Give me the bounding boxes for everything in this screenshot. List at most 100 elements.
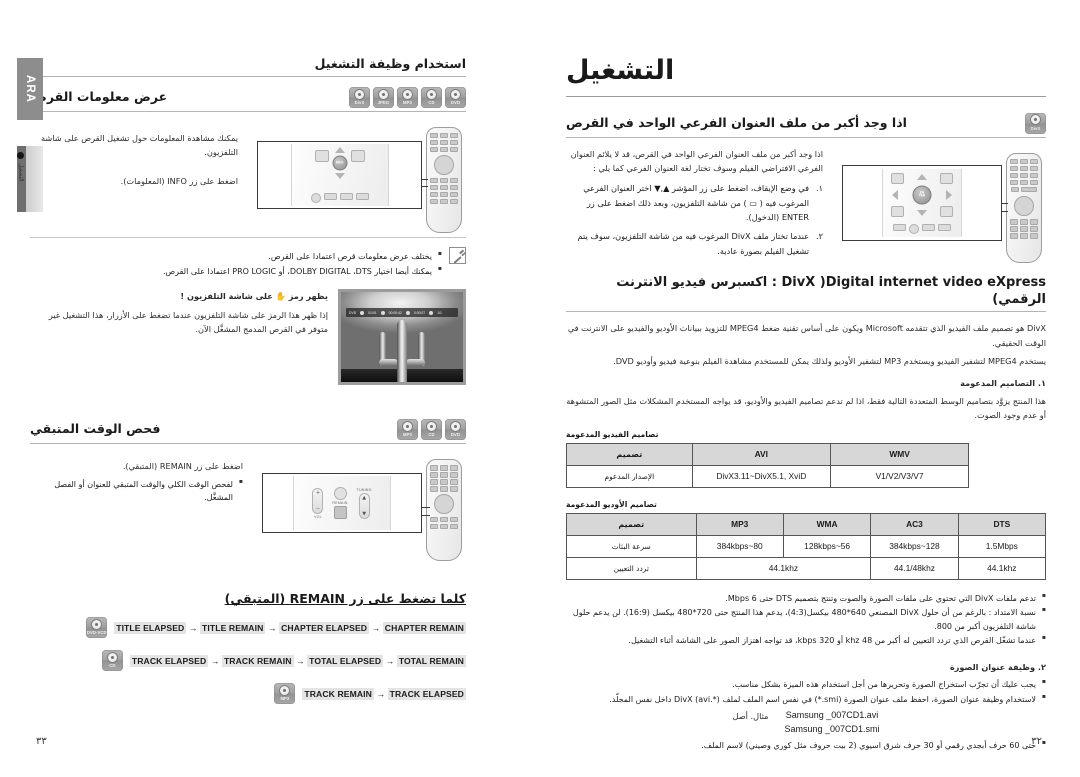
tuning-button[interactable]: ▲ ▼ bbox=[358, 492, 370, 519]
note-divider bbox=[30, 237, 466, 238]
function-key-round[interactable] bbox=[909, 223, 919, 234]
disc-icons-group-1: DVD CD MP3 JPEG DivX bbox=[349, 87, 466, 108]
mute-icon[interactable] bbox=[333, 487, 347, 501]
chapter-title-rule bbox=[566, 95, 1046, 97]
cursor-up-icon[interactable] bbox=[917, 173, 927, 180]
disc-icon-mp3: MP3 bbox=[397, 419, 418, 441]
disc-glyph bbox=[1030, 114, 1041, 126]
corner-key[interactable] bbox=[940, 205, 953, 217]
cell-mp3-bitrate: 384kbps~80 bbox=[695, 534, 784, 558]
cell-avi-versions: DivX3.11~DivX5.1, XviD bbox=[691, 464, 831, 488]
divx-section-rule bbox=[566, 311, 1046, 313]
page-header-rule bbox=[30, 76, 466, 77]
cursor-right-icon[interactable] bbox=[946, 189, 952, 200]
note-block: يختلف عرض معلومات قرص اعتمادا على القرص.… bbox=[30, 247, 466, 281]
list-item: لفحص الوقت الكلي والوقت المتبقي للعنوان … bbox=[30, 477, 243, 505]
tip-title: يظهر رمز ✋ على شاشة التلفزيون ! bbox=[180, 291, 328, 302]
info-key-highlight[interactable] bbox=[314, 150, 329, 162]
remote-dpad bbox=[434, 494, 454, 515]
list-item: ١. في وضع الإيقاف، اضغط على زر المؤشر ▲,… bbox=[566, 181, 823, 224]
divx-item2-bullets: يجب عليك أن تجرّب استخراج الصورة وتحريره… bbox=[566, 677, 1046, 707]
subtitle-section-rule bbox=[566, 136, 1046, 138]
remote-keypad bbox=[1010, 158, 1038, 256]
divx-bullets: تدعم ملفات DivX التي تحتوي على ملفات الص… bbox=[566, 591, 1046, 648]
remote-dpad bbox=[434, 154, 454, 175]
function-key[interactable] bbox=[938, 223, 951, 231]
corner-key[interactable] bbox=[350, 150, 365, 162]
disc-icon-jpeg: JPEG bbox=[373, 87, 394, 108]
cell-wma-bitrate: 128kbps~56 bbox=[782, 534, 872, 558]
cursor-up-icon[interactable] bbox=[334, 147, 345, 153]
disc-icon-dvd-vcd: DVD-VCD bbox=[86, 617, 108, 639]
sequence-row-cd: CD TRACK ELAPSED → TRACK REMAIN → TOTAL … bbox=[30, 650, 466, 672]
osd-chapter-index: 1/1 bbox=[437, 310, 442, 315]
function-key[interactable] bbox=[922, 223, 935, 231]
corner-key[interactable] bbox=[891, 205, 904, 217]
corner-key[interactable] bbox=[940, 172, 953, 184]
volume-label: VOL bbox=[314, 514, 322, 519]
info-button[interactable]: INFO bbox=[332, 155, 347, 171]
video-table-caption: تصاميم الفيديو المدعومة bbox=[566, 429, 659, 439]
osd-disc-type: DVD bbox=[349, 310, 357, 315]
disc-icon-dvd: DVD bbox=[445, 419, 466, 441]
table-row: 44.1khz 44.1/48khz 44.1khz تردد التعيين bbox=[566, 556, 1047, 580]
cursor-down-icon[interactable] bbox=[334, 173, 345, 179]
remote-keypad bbox=[430, 133, 458, 226]
supported-video-formats-table: WMV AVI تصميم V1/V2/V3/V7 DivX3.11~DivX5… bbox=[566, 442, 970, 488]
volume-key-group: + − VOL bbox=[312, 487, 324, 519]
table-row: V1/V2/V3/V7 DivX3.11~DivX5.1, XviD الإصد… bbox=[566, 464, 970, 488]
step-text: عندما تختار ملف DivX المرغوب فيه من شاشة… bbox=[577, 231, 809, 256]
remaining-time-text: اضغط على زر REMAIN (المتبقي). bbox=[122, 461, 243, 472]
remote-control-body bbox=[426, 459, 462, 562]
function-key[interactable] bbox=[355, 193, 369, 200]
col-header-ac3: AC3 bbox=[870, 512, 959, 536]
tip-body: إذا ظهر هذا الرمز على شاشة التلفزيون عند… bbox=[48, 309, 328, 334]
supported-audio-formats-table: DTS AC3 WMA MP3 تصميم 1.5Mbps 384kbps~12… bbox=[566, 512, 1047, 580]
list-item: لاستخدام وظيفة عنوان الصورة، احفظ ملف عن… bbox=[566, 692, 1046, 707]
list-item: حتى 60 حرف أبجدي رقمي أو 30 حرف شرق اسيو… bbox=[566, 738, 1046, 753]
list-item: عندما تشغّل القرص الذي تردد التعيين له أ… bbox=[566, 633, 1046, 648]
disc-info-section-header: DVD CD MP3 JPEG DivX عرض معلومات القرص bbox=[30, 87, 466, 108]
col-header-format: تصميم bbox=[566, 512, 697, 536]
remote-callout-remain: TUNING ▲ ▼ REMAIN + − VOL bbox=[262, 473, 422, 534]
disc-icon-cd: CD bbox=[421, 87, 442, 108]
side-chapter-label: التشغيل bbox=[17, 163, 24, 182]
step-number: ١. bbox=[815, 183, 823, 194]
sequence-list: DVD-VCD TITLE ELAPSED → TITLE REMAIN → C… bbox=[30, 617, 466, 705]
remote-control-body bbox=[1006, 152, 1042, 263]
sequence-steps-cd: TRACK ELAPSED → TRACK REMAIN → TOTAL ELA… bbox=[129, 654, 466, 667]
disc-icon-mp3: MP3 bbox=[397, 87, 418, 108]
cursor-down-icon[interactable] bbox=[917, 209, 927, 216]
disc-info-section-rule bbox=[30, 111, 466, 112]
cursor-left-icon[interactable] bbox=[892, 189, 898, 200]
remain-button[interactable] bbox=[333, 506, 347, 520]
remain-key-group: REMAIN bbox=[332, 487, 347, 520]
remote-dpad bbox=[1014, 195, 1034, 216]
function-key[interactable] bbox=[339, 193, 353, 200]
function-key-round[interactable] bbox=[310, 193, 321, 203]
step-text: في وضع الإيقاف، اضغط على زر المؤشر ▲,▼ ا… bbox=[583, 183, 809, 223]
function-key[interactable] bbox=[893, 223, 906, 231]
list-item: يختلف عرض معلومات قرص اعتمادا على القرص. bbox=[30, 249, 442, 264]
volume-button[interactable]: + − bbox=[312, 487, 324, 514]
callout-inner-panel: EN TER bbox=[882, 168, 962, 237]
corner-key[interactable] bbox=[891, 172, 904, 184]
list-item: يمكنك أيضا اختيار DOLBY DIGITAL ،DTS، أو… bbox=[30, 264, 442, 279]
col-header-format: تصميم bbox=[566, 442, 693, 466]
language-tab-ara: ARA bbox=[17, 58, 43, 120]
remote-control-body bbox=[426, 127, 462, 233]
navigation-pad: EN TER bbox=[891, 172, 953, 217]
disc-icons-group-2: DVD CD MP3 bbox=[397, 419, 466, 441]
osd-remain-time: 0:00:07 bbox=[413, 310, 426, 315]
divx-item1-body: هذا المنتج يزوَّد بتصاميم الوسط المتعددة… bbox=[566, 395, 1046, 421]
function-key[interactable] bbox=[323, 193, 337, 200]
osd-title-icon bbox=[360, 310, 365, 315]
page-number-left: ٣٣ bbox=[36, 736, 47, 747]
page-left: ARA التشغيل استخدام وظيفة التشغيل DVD CD… bbox=[0, 0, 540, 777]
enter-button[interactable]: EN TER bbox=[912, 185, 932, 205]
col-header-mp3: MP3 bbox=[695, 512, 784, 536]
tv-osd-bar: DVD 01/01 00:00:42 0:00:07 1/1 bbox=[346, 308, 458, 318]
osd-elapsed-icon bbox=[380, 310, 385, 315]
remaining-time-section-title: فحص الوقت المتبقي bbox=[30, 421, 161, 437]
remaining-time-section-rule bbox=[30, 443, 466, 445]
